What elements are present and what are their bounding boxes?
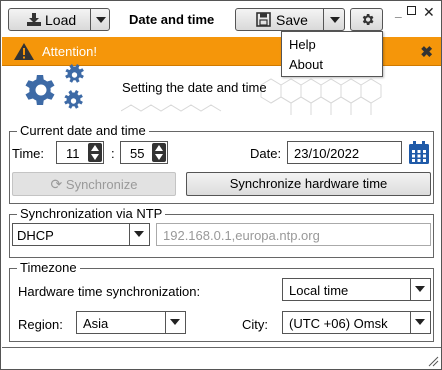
menu-item-help[interactable]: Help: [289, 37, 316, 52]
hw-sync-value: Local time: [289, 283, 349, 298]
time-label: Time:: [12, 146, 45, 161]
calendar-icon[interactable]: [408, 141, 430, 165]
group-title: Current date and time: [17, 123, 149, 138]
minimize-icon[interactable]: _: [395, 5, 402, 19]
date-time-window: Load Date and time Save _ ✕ Attention! ✖: [0, 0, 442, 370]
window-title: Date and time: [129, 12, 215, 27]
spinner-arrows-icon[interactable]: [152, 143, 166, 162]
minute-value: 55: [130, 146, 145, 161]
resize-grip-icon[interactable]: [427, 355, 439, 367]
ntp-mode-select[interactable]: DHCP: [12, 223, 150, 246]
region-value: Asia: [83, 316, 109, 331]
minute-spinbox[interactable]: 55: [120, 141, 168, 164]
time-separator: :: [111, 146, 115, 161]
region-select[interactable]: Asia: [76, 311, 186, 334]
gears-icon: [25, 64, 84, 109]
hour-value: 11: [66, 146, 80, 161]
status-bar-divider: [2, 347, 441, 348]
date-value: 23/10/2022: [294, 146, 360, 161]
settings-button[interactable]: [350, 8, 383, 31]
ntp-mode-value: DHCP: [17, 228, 54, 243]
banner-text: Setting the date and time: [122, 80, 267, 95]
group-title: Timezone: [17, 260, 80, 275]
synchronize-button[interactable]: ⟳ Synchronize: [12, 172, 176, 196]
attention-text: Attention!: [42, 44, 97, 59]
close-icon[interactable]: ✕: [423, 4, 435, 21]
synchronize-hardware-label: Synchronize hardware time: [229, 176, 388, 191]
load-label: Load: [45, 12, 77, 28]
menu-item-about[interactable]: About: [289, 57, 323, 72]
hour-spinbox[interactable]: 11: [56, 141, 104, 164]
download-icon: [27, 13, 41, 26]
chevron-down-icon[interactable]: [96, 17, 106, 23]
refresh-icon: ⟳: [50, 176, 63, 192]
group-title: Synchronization via NTP: [17, 206, 166, 221]
synchronize-hardware-button[interactable]: Synchronize hardware time: [186, 172, 431, 196]
ntp-servers-placeholder: 192.168.0.1,europa.ntp.org: [163, 228, 320, 243]
floppy-disk-icon: [256, 12, 271, 27]
settings-menu: Help About: [281, 31, 383, 77]
spinner-arrows-icon[interactable]: [88, 143, 102, 162]
save-label: Save: [276, 12, 308, 28]
city-value: (UTC +06) Omsk: [289, 316, 388, 331]
hw-sync-label: Hardware time synchronization:: [18, 284, 201, 299]
chevron-down-icon[interactable]: [410, 279, 430, 300]
region-label: Region:: [18, 317, 63, 332]
hw-sync-select[interactable]: Local time: [282, 278, 431, 301]
date-field[interactable]: 23/10/2022: [287, 141, 402, 164]
ntp-servers-field[interactable]: 192.168.0.1,europa.ntp.org: [156, 223, 431, 246]
save-button[interactable]: Save: [235, 8, 345, 31]
chevron-down-icon[interactable]: [330, 17, 340, 23]
chevron-down-icon[interactable]: [410, 312, 430, 333]
chevron-down-icon[interactable]: [165, 312, 185, 333]
city-label: City:: [242, 317, 268, 332]
maximize-icon[interactable]: [407, 6, 416, 15]
synchronize-label: Synchronize: [65, 177, 138, 192]
city-select[interactable]: (UTC +06) Omsk: [282, 311, 431, 334]
close-icon[interactable]: ✖: [420, 43, 433, 61]
load-button[interactable]: Load: [8, 8, 110, 31]
gear-icon: [362, 14, 374, 25]
chevron-down-icon[interactable]: [129, 224, 149, 245]
date-label: Date:: [250, 146, 282, 161]
warning-icon: [14, 43, 34, 60]
